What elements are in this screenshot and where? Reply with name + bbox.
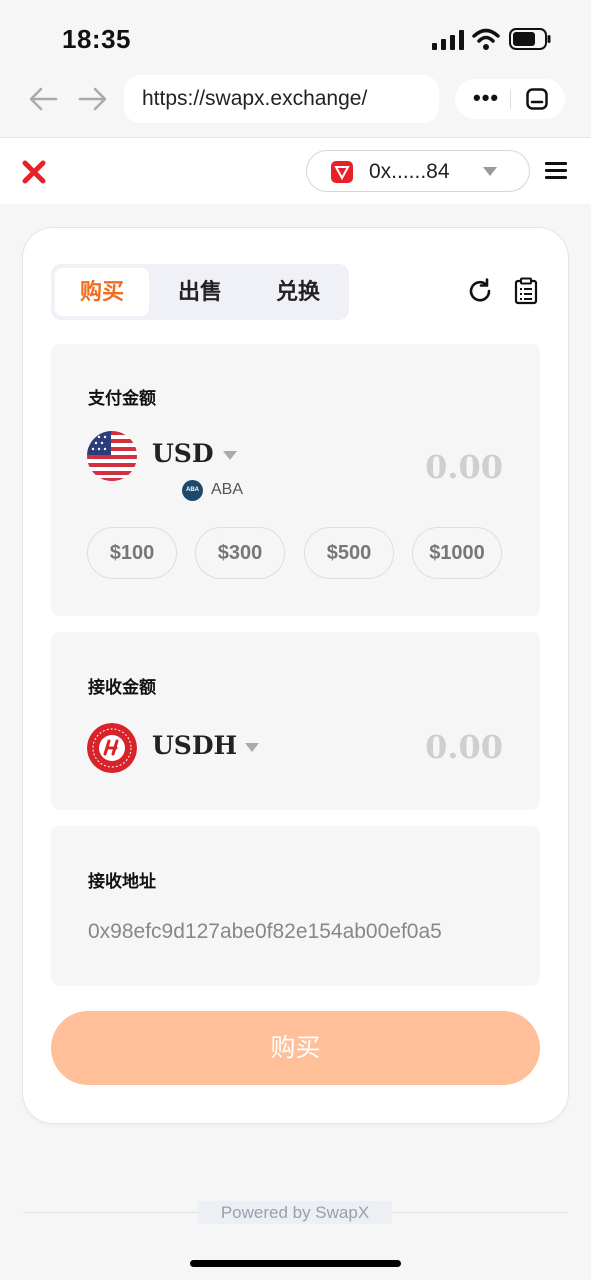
- tron-wallet-icon: [331, 161, 353, 183]
- receive-currency-selector[interactable]: USDH: [87, 723, 297, 773]
- tab-buy[interactable]: 购买: [55, 268, 149, 316]
- receive-section: 接收金额 USDH 0.00: [51, 632, 540, 810]
- wallet-address: 0x......84: [369, 160, 450, 183]
- tab-swap[interactable]: 兑换: [251, 268, 345, 316]
- back-arrow-icon[interactable]: [28, 86, 58, 112]
- status-bar: 18:35: [0, 0, 591, 72]
- address-section: 接收地址 0x98efc9d127abe0f82e154ab00ef0a5: [51, 826, 540, 986]
- browser-toolbar: https://swapx.exchange/ •••: [0, 72, 591, 138]
- more-menu-icon[interactable]: •••: [473, 87, 499, 109]
- tab-sell[interactable]: 出售: [153, 268, 247, 316]
- address-label: 接收地址: [88, 872, 156, 891]
- forward-arrow-icon[interactable]: [78, 86, 108, 112]
- pay-section: 支付金额 USD 0.00 ABA ABA $100 $300 $500 $10…: [51, 344, 540, 616]
- wallet-selector[interactable]: 0x......84: [306, 150, 530, 192]
- us-flag-icon: [87, 431, 137, 481]
- swapx-logo-icon[interactable]: [22, 160, 46, 184]
- chevron-down-icon: [223, 451, 237, 460]
- chevron-down-icon: [483, 167, 497, 176]
- trade-tabs: 购买 出售 兑换: [51, 264, 349, 320]
- app-header: 0x......84: [0, 138, 591, 204]
- aba-bank-icon: ABA: [182, 480, 203, 501]
- refresh-icon[interactable]: [467, 278, 493, 304]
- pay-label: 支付金额: [88, 389, 156, 408]
- status-time: 18:35: [62, 24, 131, 54]
- wifi-icon: [472, 28, 500, 50]
- powered-by-text: Powered by SwapX: [198, 1201, 392, 1224]
- receive-label: 接收金额: [88, 678, 156, 697]
- hamburger-icon[interactable]: [545, 162, 567, 180]
- url-field[interactable]: https://swapx.exchange/: [124, 75, 439, 123]
- preset-100-button[interactable]: $100: [87, 527, 177, 579]
- cellular-signal-icon: [432, 30, 464, 50]
- pay-method-label: ABA: [211, 481, 244, 498]
- home-indicator: [190, 1260, 401, 1267]
- usdh-coin-icon: [87, 723, 137, 773]
- tabs-icon[interactable]: [525, 87, 549, 111]
- pay-currency-code: USD: [152, 439, 214, 468]
- pay-amount-input[interactable]: 0.00: [425, 448, 503, 486]
- chevron-down-icon: [245, 743, 259, 752]
- clipboard-icon[interactable]: [514, 277, 538, 305]
- trade-card: 购买 出售 兑换 支付金额 USD 0.00 ABA ABA $100 $300…: [23, 228, 568, 1123]
- preset-300-button[interactable]: $300: [195, 527, 285, 579]
- preset-1000-button[interactable]: $1000: [412, 527, 502, 579]
- browser-menu: •••: [455, 79, 565, 119]
- buy-button[interactable]: 购买: [51, 1011, 540, 1085]
- pay-currency-selector[interactable]: USD: [87, 431, 287, 481]
- menu-divider: [510, 89, 511, 109]
- battery-icon: [509, 28, 551, 50]
- receive-currency-code: USDH: [152, 731, 238, 760]
- preset-500-button[interactable]: $500: [304, 527, 394, 579]
- receive-address-field[interactable]: 0x98efc9d127abe0f82e154ab00ef0a5: [88, 920, 503, 944]
- receive-amount: 0.00: [425, 728, 503, 766]
